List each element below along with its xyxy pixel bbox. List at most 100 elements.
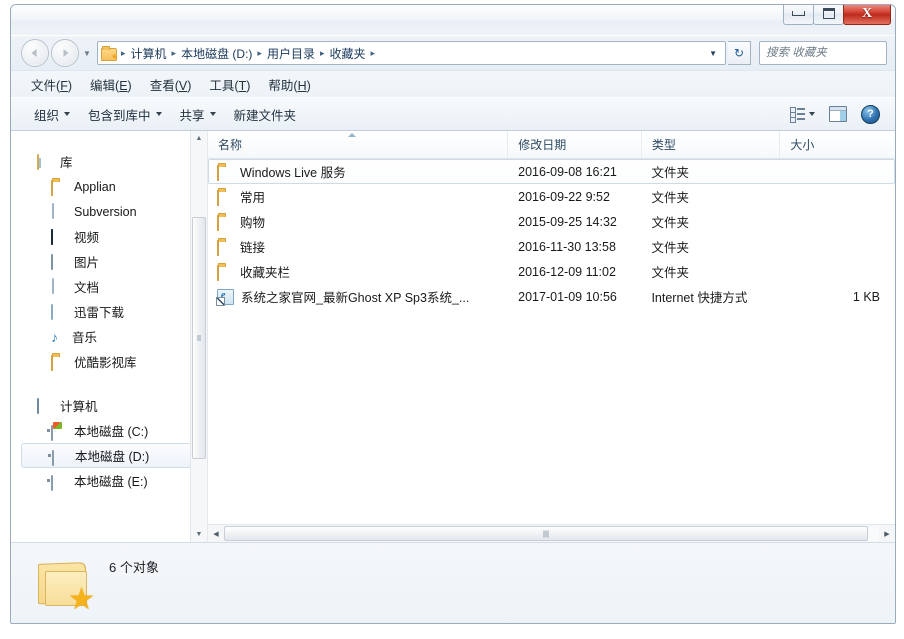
horizontal-scrollbar-thumb[interactable]	[224, 526, 868, 541]
close-button[interactable]: X	[843, 4, 891, 25]
file-date-cell: 2015-09-25 14:32	[508, 215, 641, 229]
sidebar-item-label: 本地磁盘 (E:)	[74, 471, 148, 490]
include-in-library-label: 包含到库中	[88, 105, 151, 124]
computer-icon	[37, 398, 53, 413]
status-bar: ★ 6 个对象	[11, 542, 895, 624]
recent-pages-dropdown-icon[interactable]: ▼	[81, 49, 93, 58]
table-row[interactable]: 收藏夹栏 2016-12-09 11:02 文件夹	[208, 259, 895, 284]
table-row[interactable]: 购物 2015-09-25 14:32 文件夹	[208, 209, 895, 234]
download-icon	[51, 304, 67, 319]
folder-icon	[51, 179, 67, 194]
sidebar-item-youku-library[interactable]: 优酷影视库	[11, 349, 207, 374]
search-box[interactable]	[759, 41, 887, 65]
sidebar-item-libraries[interactable]: 库	[11, 149, 207, 174]
minimize-button[interactable]	[783, 4, 814, 25]
column-header-type[interactable]: 类型	[642, 131, 780, 158]
menu-item-edit[interactable]: 编辑(E)	[82, 72, 140, 97]
breadcrumb-user-dir[interactable]: 用户目录	[264, 43, 318, 64]
system-drive-icon	[51, 423, 67, 438]
share-button[interactable]: 共享	[171, 101, 225, 128]
change-view-button[interactable]	[783, 103, 822, 125]
search-input[interactable]	[764, 46, 896, 60]
forward-button[interactable]	[51, 39, 79, 67]
status-item-count: 6 个对象	[109, 557, 159, 576]
breadcrumb-separator[interactable]: ▸	[369, 48, 378, 59]
file-date-cell: 2016-12-09 11:02	[508, 265, 641, 279]
table-row[interactable]: 常用 2016-09-22 9:52 文件夹	[208, 184, 895, 209]
chevron-down-icon	[64, 112, 70, 116]
menu-item-tools[interactable]: 工具(T)	[201, 72, 258, 97]
breadcrumb-separator[interactable]: ▸	[255, 48, 264, 59]
library-icon	[37, 154, 53, 169]
sidebar-item-documents[interactable]: 文档	[11, 274, 207, 299]
sidebar-item-label: 计算机	[60, 396, 98, 415]
music-icon: ♪	[51, 330, 65, 344]
help-button[interactable]: ?	[854, 101, 887, 128]
sidebar-item-music[interactable]: ♪ 音乐	[11, 324, 207, 349]
nav-spacer	[11, 376, 207, 393]
menu-item-help[interactable]: 帮助(H)	[260, 72, 318, 97]
address-bar[interactable]: ★ ▸ 计算机 ▸ 本地磁盘 (D:) ▸ 用户目录 ▸ 收藏夹 ▸ ▼	[97, 41, 726, 65]
scroll-down-icon[interactable]: ▼	[191, 527, 207, 542]
table-row[interactable]: 系统之家官网_最新Ghost XP Sp3系统_... 2017-01-09 1…	[208, 284, 895, 309]
column-header-size[interactable]: 大小	[780, 131, 895, 158]
breadcrumb-separator[interactable]: ▸	[318, 48, 327, 59]
breadcrumb-computer[interactable]: 计算机	[128, 43, 170, 64]
sidebar-item-thunder-download[interactable]: 迅雷下载	[11, 299, 207, 324]
sidebar-item-label: Subversion	[74, 205, 137, 219]
menu-item-file[interactable]: 文件(F)	[23, 72, 80, 97]
preview-pane-button[interactable]	[822, 102, 854, 126]
scroll-left-icon[interactable]: ◀	[208, 526, 224, 541]
horizontal-scrollbar[interactable]: ◀ ▶	[208, 524, 895, 542]
navigation-scrollbar-thumb[interactable]	[192, 217, 206, 459]
file-list-pane: 名称 修改日期 类型 大小	[208, 131, 895, 542]
sidebar-item-subversion[interactable]: Subversion	[11, 199, 207, 224]
navigation-scrollbar[interactable]: ▲ ▼	[190, 131, 207, 542]
organize-button[interactable]: 组织	[25, 101, 79, 128]
sidebar-item-computer[interactable]: 计算机	[11, 393, 207, 418]
file-date-cell: 2016-11-30 13:58	[508, 240, 641, 254]
share-label: 共享	[180, 105, 205, 124]
view-options-icon	[790, 107, 805, 121]
nav-group-libraries: 库 Applian Subversion 视频	[11, 149, 207, 374]
breadcrumb-separator[interactable]: ▸	[170, 48, 179, 59]
navigation-tree: 库 Applian Subversion 视频	[11, 131, 207, 493]
video-icon	[51, 229, 67, 244]
back-button[interactable]	[21, 39, 49, 67]
title-bar: X	[11, 5, 895, 36]
command-bar: 组织 包含到库中 共享 新建文件夹	[11, 97, 895, 131]
address-row: ▼ ★ ▸ 计算机 ▸ 本地磁盘 (D:) ▸ 用户目录 ▸ 收藏夹 ▸ ▼ ↻	[11, 36, 895, 70]
sidebar-item-label: 图片	[74, 252, 99, 271]
sidebar-item-videos[interactable]: 视频	[11, 224, 207, 249]
sidebar-item-drive-e[interactable]: 本地磁盘 (E:)	[11, 468, 207, 493]
file-type-cell: 文件夹	[641, 237, 779, 256]
sidebar-item-drive-c[interactable]: 本地磁盘 (C:)	[11, 418, 207, 443]
scroll-right-icon[interactable]: ▶	[879, 526, 895, 541]
column-header-date-modified[interactable]: 修改日期	[508, 131, 642, 158]
column-header-name[interactable]: 名称	[208, 131, 508, 158]
breadcrumb-separator[interactable]: ▸	[119, 48, 128, 59]
sidebar-item-pictures[interactable]: 图片	[11, 249, 207, 274]
drive-icon	[51, 473, 67, 488]
refresh-button[interactable]: ↻	[728, 41, 751, 65]
chevron-down-icon	[156, 112, 162, 116]
maximize-button[interactable]	[813, 4, 844, 25]
internet-shortcut-icon	[217, 289, 234, 305]
include-in-library-button[interactable]: 包含到库中	[79, 101, 171, 128]
breadcrumb-favorites[interactable]: 收藏夹	[326, 43, 368, 64]
column-headers: 名称 修改日期 类型 大小	[208, 131, 895, 159]
menu-item-view[interactable]: 查看(V)	[142, 72, 200, 97]
table-row[interactable]: Windows Live 服务 2016-09-08 16:21 文件夹	[208, 159, 895, 184]
file-type-cell: Internet 快捷方式	[641, 287, 779, 306]
sidebar-item-drive-d[interactable]: 本地磁盘 (D:)	[21, 443, 201, 468]
document-icon	[51, 279, 67, 294]
table-row[interactable]: 链接 2016-11-30 13:58 文件夹	[208, 234, 895, 259]
address-dropdown-icon[interactable]: ▼	[705, 49, 723, 58]
scroll-up-icon[interactable]: ▲	[191, 131, 207, 146]
new-folder-label: 新建文件夹	[234, 105, 297, 124]
new-folder-button[interactable]: 新建文件夹	[225, 101, 306, 128]
breadcrumb-drive-d[interactable]: 本地磁盘 (D:)	[178, 43, 255, 64]
sidebar-item-applian[interactable]: Applian	[11, 174, 207, 199]
folder-icon	[217, 264, 233, 279]
horizontal-scrollbar-track[interactable]	[224, 526, 879, 541]
